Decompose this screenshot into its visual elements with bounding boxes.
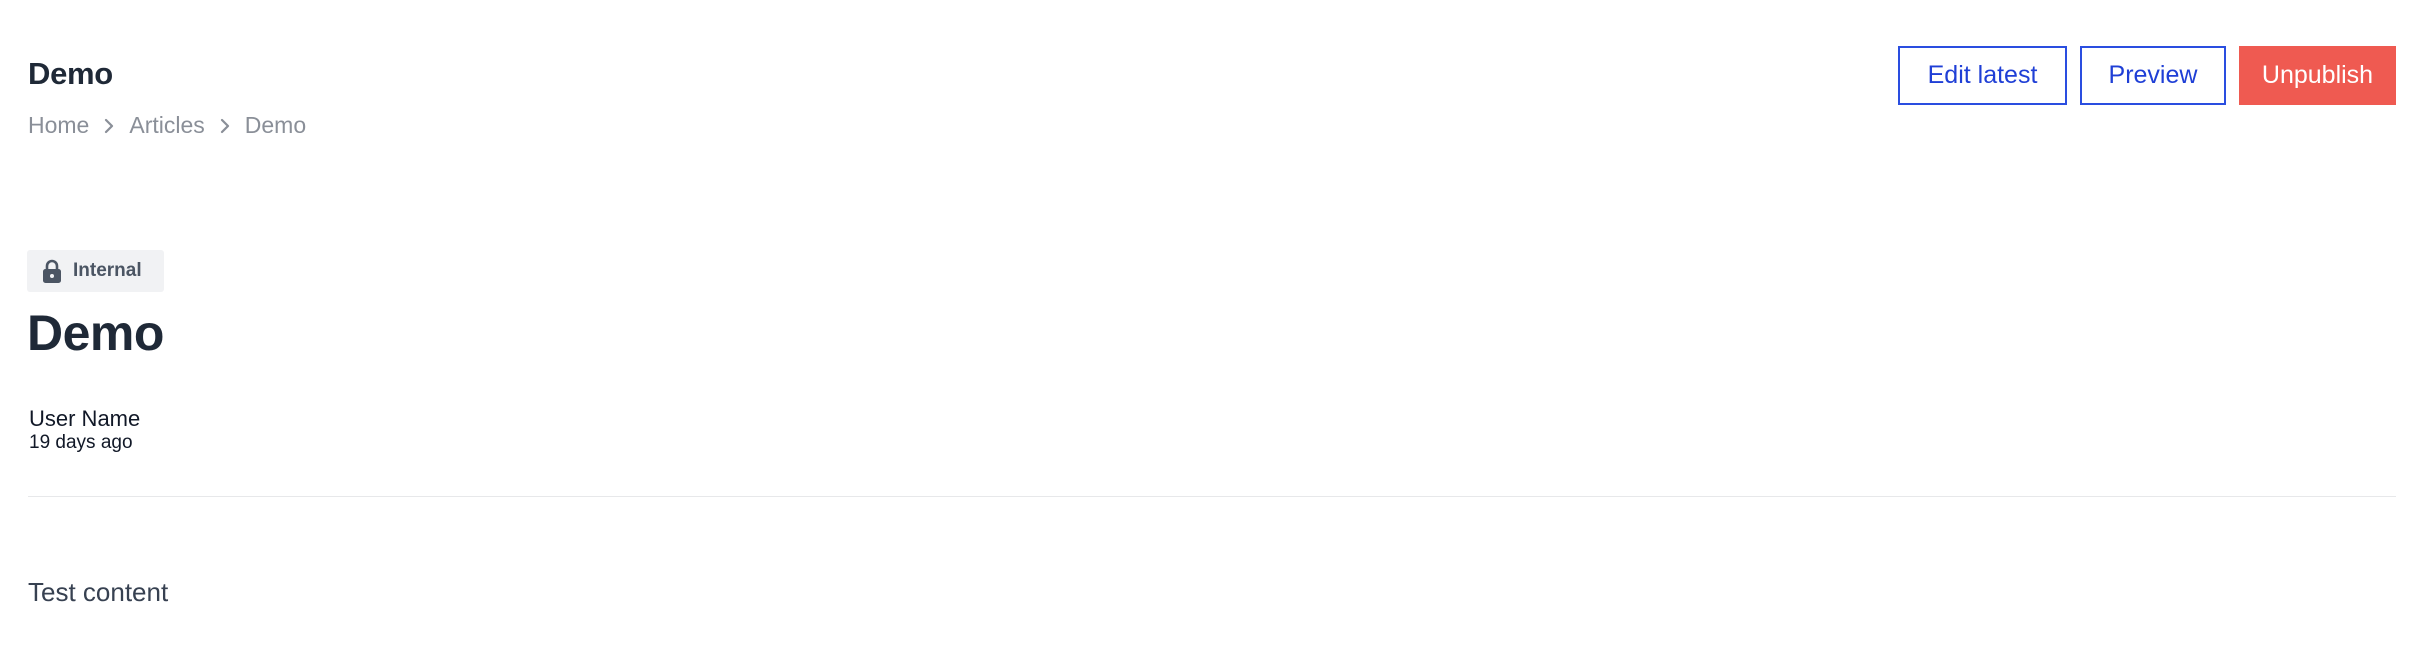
published-timestamp: 19 days ago — [29, 432, 133, 453]
article-page: Demo Home Articles Demo Edit latest Prev… — [0, 0, 2420, 652]
chevron-right-icon — [99, 114, 119, 138]
visibility-badge: Internal — [27, 250, 164, 292]
breadcrumb-home[interactable]: Home — [28, 112, 89, 139]
edit-latest-button[interactable]: Edit latest — [1898, 46, 2067, 105]
unpublish-button[interactable]: Unpublish — [2239, 46, 2396, 105]
preview-button[interactable]: Preview — [2080, 46, 2226, 105]
visibility-label: Internal — [73, 260, 142, 281]
page-title: Demo — [28, 56, 113, 91]
breadcrumb: Home Articles Demo — [28, 112, 306, 139]
article-title: Demo — [27, 305, 164, 361]
chevron-right-icon — [215, 114, 235, 138]
header-actions: Edit latest Preview Unpublish — [1898, 46, 2396, 105]
lock-icon — [41, 258, 63, 284]
breadcrumb-current: Demo — [244, 112, 307, 138]
divider — [28, 496, 2396, 497]
article-content: Test content — [28, 577, 169, 607]
breadcrumb-articles[interactable]: Articles — [129, 112, 204, 139]
author-name: User Name — [29, 406, 141, 431]
